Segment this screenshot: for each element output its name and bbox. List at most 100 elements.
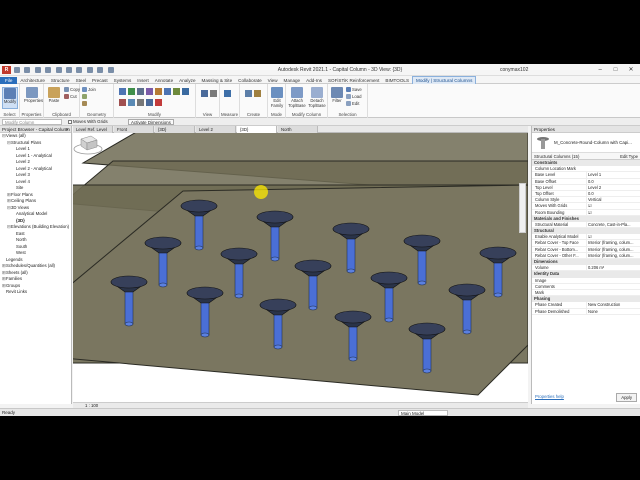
join-button[interactable]: Join — [82, 87, 96, 93]
capital-top[interactable] — [403, 234, 441, 248]
open-icon[interactable] — [14, 67, 20, 73]
split-icon[interactable] — [155, 88, 162, 95]
override-icon[interactable] — [210, 90, 217, 97]
cut-button[interactable]: Cut — [64, 94, 77, 100]
paste-button[interactable]: Paste — [46, 87, 62, 109]
column-base[interactable] — [234, 293, 244, 299]
edit-selection-button[interactable]: Edit — [346, 101, 359, 107]
measure-icon[interactable] — [76, 67, 83, 73]
column-base[interactable] — [308, 305, 318, 311]
capital-top[interactable] — [332, 222, 370, 236]
print-icon[interactable] — [65, 67, 72, 73]
scale-icon[interactable] — [137, 99, 144, 106]
save-selection-button[interactable]: Save — [346, 87, 362, 93]
view-tab[interactable]: Front — [114, 126, 154, 133]
capital-top[interactable] — [259, 298, 297, 312]
property-value[interactable]: ☑ — [586, 209, 638, 216]
tree-item-revit-links[interactable]: Revit Links — [0, 289, 71, 296]
mirror-icon[interactable] — [137, 88, 144, 95]
property-value[interactable]: Interior (framing, colum... — [586, 252, 638, 260]
view-tab[interactable]: {3D} — [237, 126, 277, 133]
apply-button[interactable]: Apply — [616, 393, 637, 402]
save-icon[interactable] — [24, 67, 31, 73]
create-parts-icon[interactable] — [245, 90, 252, 97]
column-base[interactable] — [417, 280, 427, 286]
create-group-icon[interactable] — [254, 90, 261, 97]
active-model-select[interactable]: Main Model — [398, 410, 448, 416]
close-icon[interactable]: ✕ — [65, 126, 69, 133]
capital-top[interactable] — [144, 236, 182, 250]
column-base[interactable] — [348, 356, 358, 362]
section-icon[interactable] — [107, 67, 114, 73]
detach-top-base-button[interactable]: Detach Top/Base — [307, 87, 327, 109]
property-value[interactable]: None — [586, 308, 638, 315]
copy-element-icon[interactable] — [173, 88, 180, 95]
view-tab[interactable]: Level Ref. Level — [73, 126, 113, 133]
offset-icon[interactable] — [128, 88, 135, 95]
move-icon[interactable] — [164, 88, 171, 95]
copy-button[interactable]: Copy — [64, 87, 80, 93]
tab-modify-structural-columns[interactable]: Modify | Structural Columns — [412, 76, 477, 84]
user-account[interactable]: conymax102 — [500, 67, 528, 73]
minimize-icon[interactable]: – — [593, 65, 607, 75]
delete-icon[interactable] — [155, 99, 162, 106]
attach-top-base-button[interactable]: Attach Top/Base — [287, 87, 307, 109]
cut-geometry-button[interactable] — [82, 101, 88, 107]
mirror-draw-icon[interactable] — [146, 88, 153, 95]
pin-icon[interactable] — [146, 99, 153, 106]
close-icon[interactable]: ✕ — [624, 65, 638, 75]
maximize-icon[interactable]: □ — [609, 65, 623, 75]
instance-filter[interactable]: Structural Columns (15) Edit Type — [532, 153, 640, 160]
column-base[interactable] — [200, 332, 210, 338]
column-base[interactable] — [462, 329, 472, 335]
column-base[interactable] — [422, 368, 432, 374]
property-value[interactable]: 0.206 m³ — [586, 265, 638, 272]
capital-top[interactable] — [220, 247, 258, 261]
navigation-bar[interactable] — [519, 183, 526, 233]
hide-icon[interactable] — [201, 90, 208, 97]
capital-top[interactable] — [180, 199, 218, 213]
column-base[interactable] — [124, 321, 134, 327]
sync-icon[interactable] — [34, 67, 41, 73]
text-icon[interactable] — [86, 67, 93, 73]
type-selector[interactable]: M_Concrete-Round-Column with Capi... — [532, 133, 640, 153]
capital-top[interactable] — [294, 259, 332, 273]
3d-viewport[interactable] — [73, 133, 528, 402]
redo-icon[interactable] — [55, 67, 62, 73]
view-tab[interactable]: {3D} — [155, 126, 195, 133]
column-base[interactable] — [273, 344, 283, 350]
undo-icon[interactable] — [45, 67, 52, 73]
column-base[interactable] — [194, 245, 204, 251]
capital-top[interactable] — [370, 271, 408, 285]
revit-logo-icon[interactable]: R — [2, 66, 11, 74]
column-base[interactable] — [270, 256, 280, 262]
tree-item-elevations-building-elevation-[interactable]: ⊟Elevations (Building Elevation) — [0, 224, 71, 231]
edit-type-button[interactable]: Edit Type — [620, 153, 638, 160]
column-base[interactable] — [493, 292, 503, 298]
options-select[interactable]: Modify Column — [2, 119, 62, 125]
capital-top[interactable] — [110, 275, 148, 289]
load-selection-button[interactable]: Load — [346, 94, 362, 100]
properties-button[interactable]: Properties — [24, 87, 43, 109]
activate-dimensions-button[interactable]: Activate Dimensions — [128, 119, 174, 125]
capital-top[interactable] — [334, 310, 372, 324]
trim-icon[interactable] — [119, 99, 126, 106]
3d-view-icon[interactable] — [97, 67, 104, 73]
capital-top[interactable] — [448, 283, 486, 297]
column-base[interactable] — [384, 317, 394, 323]
capital-top[interactable] — [256, 210, 294, 224]
view-tab[interactable]: North — [278, 126, 318, 133]
measure-icon[interactable] — [224, 90, 231, 97]
modify-button[interactable]: Modify — [2, 87, 18, 109]
moves-with-grids-checkbox[interactable]: Moves With Grids — [68, 119, 108, 125]
capital-top[interactable] — [408, 322, 446, 336]
capital-top[interactable] — [479, 246, 517, 260]
filter-button[interactable]: Filter — [329, 87, 345, 109]
column-base[interactable] — [346, 268, 356, 274]
align-icon[interactable] — [119, 88, 126, 95]
cope-button[interactable] — [82, 94, 88, 100]
properties-help-link[interactable]: Properties help — [535, 394, 564, 399]
capital-top[interactable] — [186, 286, 224, 300]
column-base[interactable] — [158, 282, 168, 288]
view-tab[interactable]: Level 2 — [196, 126, 236, 133]
